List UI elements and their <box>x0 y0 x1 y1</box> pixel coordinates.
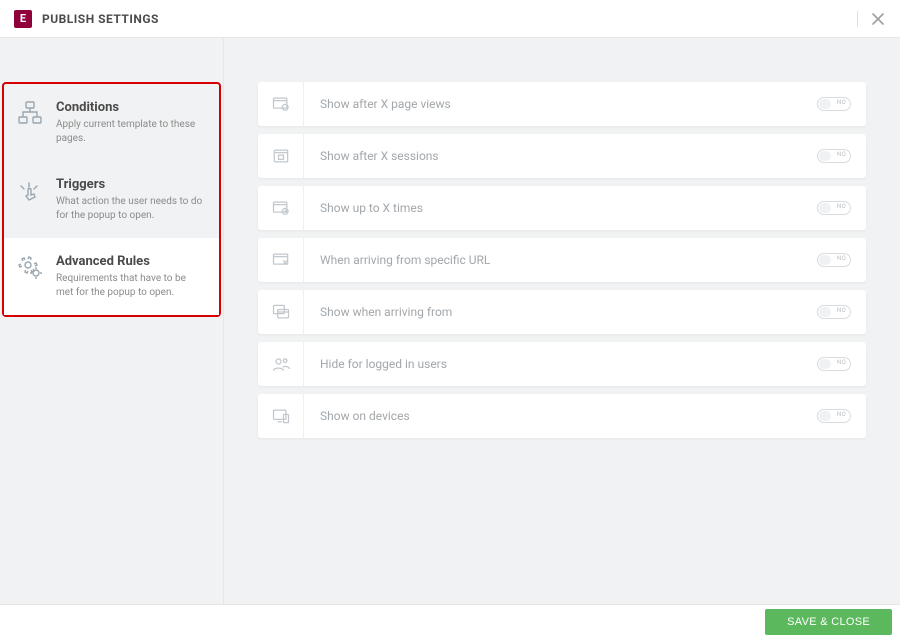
rule-row-logged-in[interactable]: Hide for logged in users NO <box>258 342 866 386</box>
toggle-state: NO <box>837 255 846 262</box>
sidebar-item-desc: Requirements that have to be met for the… <box>56 272 205 299</box>
rule-row-arriving-from[interactable]: Show when arriving from NO <box>258 290 866 334</box>
sidebar-item-advanced-rules[interactable]: Advanced Rules Requirements that have to… <box>4 238 219 315</box>
rule-label: Show on devices <box>304 394 802 438</box>
toggle-state: NO <box>837 307 846 314</box>
save-close-button[interactable]: SAVE & CLOSE <box>765 609 892 635</box>
conditions-icon <box>16 100 44 128</box>
toggle-logged-in[interactable]: NO <box>817 357 851 371</box>
devices-icon <box>258 394 304 438</box>
toggle-arriving-from[interactable]: NO <box>817 305 851 319</box>
sidebar-item-label: Triggers <box>56 177 205 192</box>
rule-row-devices[interactable]: Show on devices NO <box>258 394 866 438</box>
rule-row-specific-url[interactable]: When arriving from specific URL NO <box>258 238 866 282</box>
toggle-devices[interactable]: NO <box>817 409 851 423</box>
sidebar-item-desc: Apply current template to these pages. <box>56 118 205 145</box>
sidebar-item-conditions[interactable]: Conditions Apply current template to the… <box>4 84 219 161</box>
brand-logo: E <box>14 10 32 28</box>
sessions-icon <box>258 134 304 178</box>
times-icon <box>258 186 304 230</box>
toggle-times[interactable]: NO <box>817 201 851 215</box>
sidebar: Conditions Apply current template to the… <box>0 38 224 604</box>
toggle-sessions[interactable]: NO <box>817 149 851 163</box>
sidebar-item-label: Conditions <box>56 100 205 115</box>
close-icon <box>870 11 886 27</box>
divider <box>857 11 858 27</box>
rule-label: Show when arriving from <box>304 290 802 334</box>
url-icon <box>258 238 304 282</box>
rule-label: Hide for logged in users <box>304 342 802 386</box>
rule-label: Show after X sessions <box>304 134 802 178</box>
rule-label: Show up to X times <box>304 186 802 230</box>
rule-row-page-views[interactable]: Show after X page views NO <box>258 82 866 126</box>
toggle-page-views[interactable]: NO <box>817 97 851 111</box>
toggle-state: NO <box>837 359 846 366</box>
sidebar-item-triggers[interactable]: Triggers What action the user needs to d… <box>4 161 219 238</box>
sidebar-item-label: Advanced Rules <box>56 254 205 269</box>
page-title: PUBLISH SETTINGS <box>42 12 159 26</box>
close-button[interactable] <box>870 11 886 27</box>
triggers-icon <box>16 177 44 205</box>
toggle-state: NO <box>837 203 846 210</box>
page-views-icon <box>258 82 304 126</box>
arriving-icon <box>258 290 304 334</box>
rule-row-times[interactable]: Show up to X times NO <box>258 186 866 230</box>
rule-row-sessions[interactable]: Show after X sessions NO <box>258 134 866 178</box>
rule-label: When arriving from specific URL <box>304 238 802 282</box>
toggle-state: NO <box>837 99 846 106</box>
users-icon <box>258 342 304 386</box>
rule-label: Show after X page views <box>304 82 802 126</box>
advanced-rules-icon <box>16 254 44 282</box>
toggle-state: NO <box>837 151 846 158</box>
header-bar: E PUBLISH SETTINGS <box>0 0 900 38</box>
toggle-state: NO <box>837 411 846 418</box>
toggle-specific-url[interactable]: NO <box>817 253 851 267</box>
sidebar-highlight-box: Conditions Apply current template to the… <box>2 82 221 317</box>
main-panel: Show after X page views NO Show after X … <box>224 38 900 604</box>
footer-bar: SAVE & CLOSE <box>0 604 900 638</box>
sidebar-item-desc: What action the user needs to do for the… <box>56 195 205 222</box>
